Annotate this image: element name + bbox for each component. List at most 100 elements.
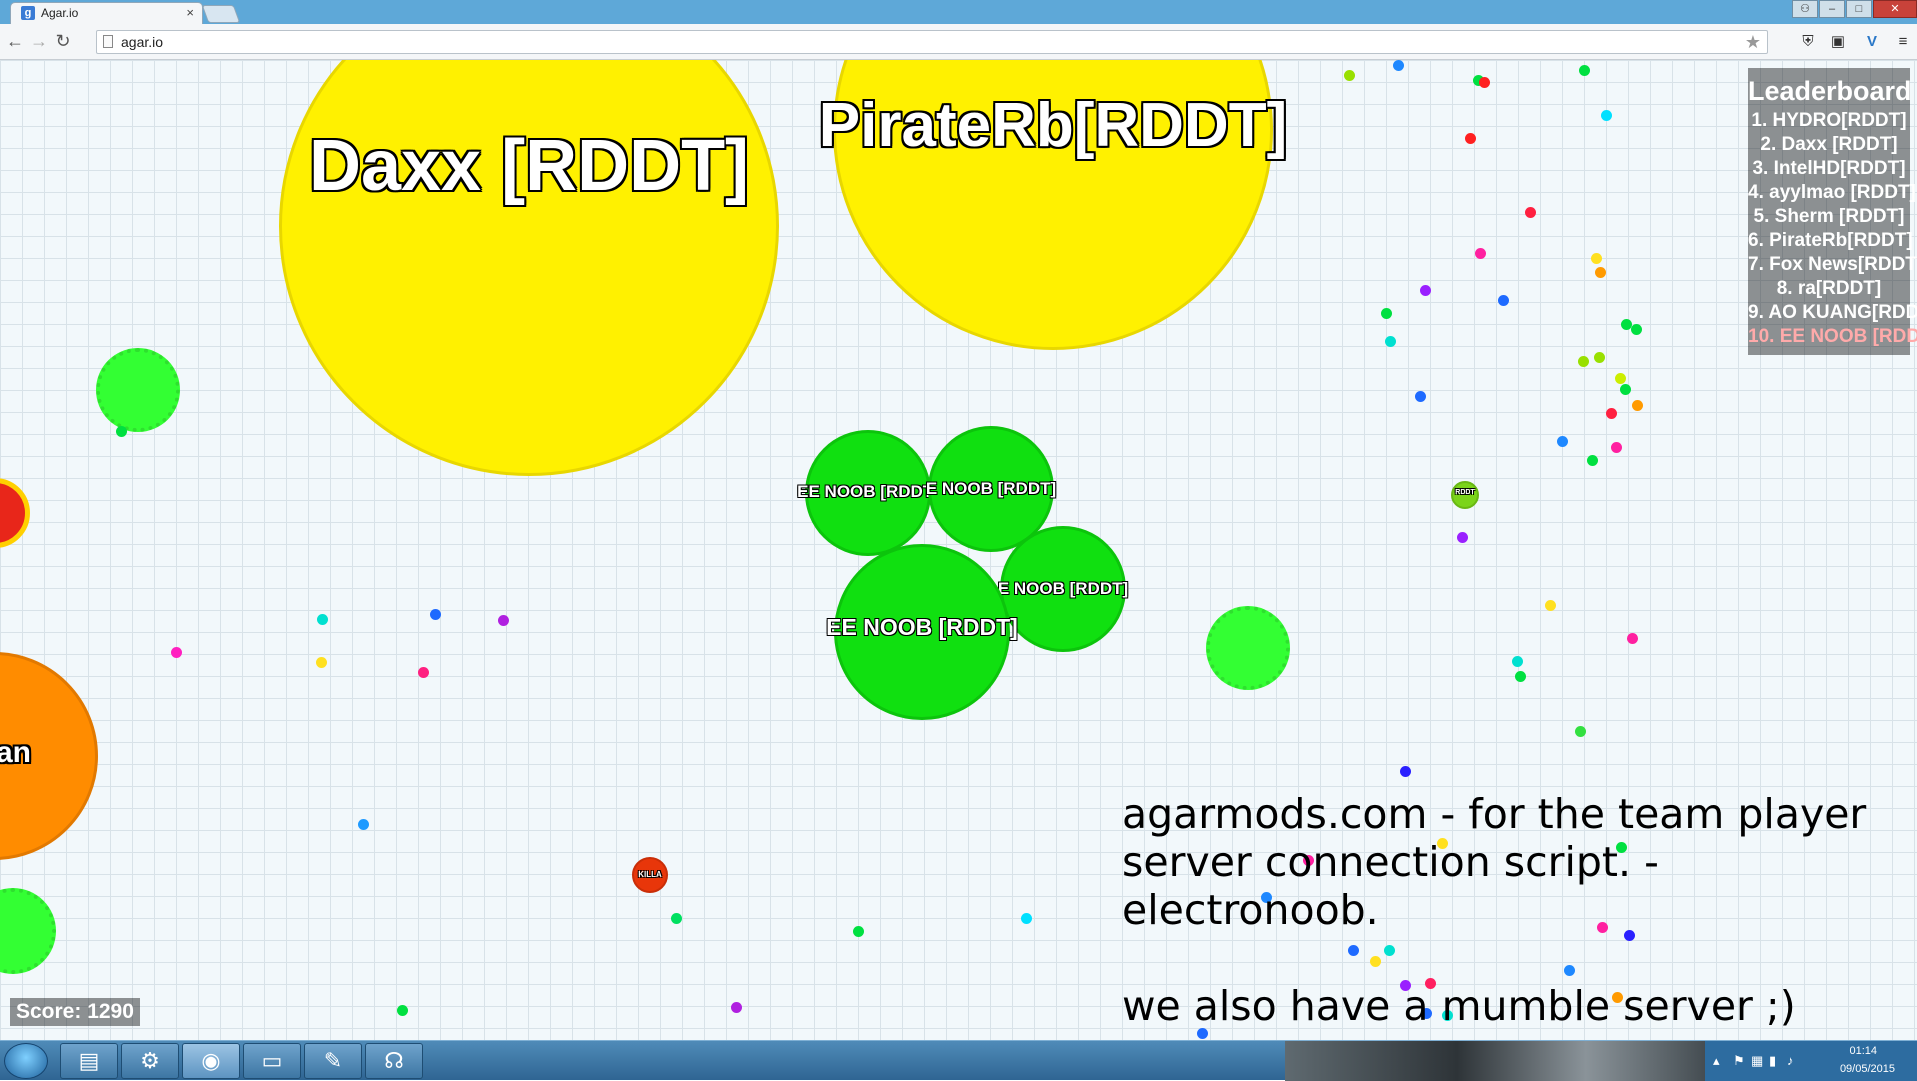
cell-label-daxx: Daxx [RDDT] (308, 126, 750, 206)
close-tab-icon[interactable]: × (186, 5, 194, 20)
leaderboard-entry: 9. AO KUANG[RDDT] (1748, 302, 1917, 323)
address-bar[interactable]: agar.io ★ (96, 30, 1768, 54)
tab-agario[interactable]: g Agar.io × (10, 2, 203, 24)
food-pellet (1400, 766, 1411, 777)
paint-icon[interactable]: ✎ (304, 1043, 362, 1079)
close-window-button[interactable]: ✕ (1873, 0, 1917, 18)
cell-label-small-red: KILLA (638, 870, 662, 879)
volume-icon[interactable]: ♪ (1787, 1053, 1794, 1068)
forward-icon[interactable]: → (28, 30, 50, 52)
clock-time[interactable]: 01:14 (1849, 1045, 1877, 1057)
tab-title: Agar.io (41, 6, 79, 20)
food-pellet (1631, 324, 1642, 335)
leaderboard-entry: 1. HYDRO[RDDT] (1751, 110, 1907, 131)
food-pellet (1575, 726, 1586, 737)
food-pellet (1525, 207, 1536, 218)
food-pellet (1415, 391, 1426, 402)
food-pellet (1611, 442, 1622, 453)
chrome-icon[interactable]: ◉ (182, 1043, 240, 1079)
virus (1206, 606, 1290, 690)
food-pellet (1578, 356, 1589, 367)
food-pellet (1021, 913, 1032, 924)
food-pellet (1385, 336, 1396, 347)
v-extension-icon[interactable]: V (1862, 32, 1882, 52)
game-canvas[interactable]: Daxx [RDDT] PirateRb[RDDT] EE NOOB [RDDT… (0, 60, 1917, 1040)
food-pellet (1606, 408, 1617, 419)
overlay-line: agarmods.com - for the team player (1122, 790, 1867, 838)
food-pellet (358, 819, 369, 830)
food-pellet (317, 614, 328, 625)
food-pellet (1498, 295, 1509, 306)
food-pellet (1594, 352, 1605, 363)
maximize-button[interactable]: □ (1846, 0, 1872, 18)
favicon-icon: g (21, 6, 35, 20)
food-pellet (1475, 248, 1486, 259)
start-button[interactable] (4, 1043, 48, 1079)
food-pellet (1512, 656, 1523, 667)
user-icon[interactable]: ⚇ (1792, 0, 1818, 18)
browser-toolbar: ← → ↻ agar.io ★ ⛨ ▣ V ≡ (0, 24, 1917, 60)
url-text: agar.io (121, 34, 164, 50)
clock-date[interactable]: 09/05/2015 (1840, 1063, 1895, 1075)
food-pellet (116, 426, 127, 437)
food-pellet (1381, 308, 1392, 319)
food-pellet (1595, 267, 1606, 278)
leaderboard-entry-self: 10. EE NOOB [RDDT] (1748, 326, 1917, 347)
food-pellet (1393, 60, 1404, 71)
food-pellet (1457, 532, 1468, 543)
food-pellet (1601, 110, 1612, 121)
notification-extension-icon[interactable]: ▣ (1828, 32, 1848, 52)
remote-desktop-icon[interactable]: ▭ (243, 1043, 301, 1079)
overlay-line: electronoob. (1122, 886, 1379, 934)
food-pellet (1632, 400, 1643, 411)
menu-icon[interactable]: ≡ (1893, 32, 1913, 52)
food-pellet (731, 1002, 742, 1013)
taskbar: ▤ ⚙ ◉ ▭ ✎ ☊ ▴ ⚑ ▦ ▮ ♪ 01:14 09/05/2015 (0, 1040, 1917, 1081)
food-pellet (316, 657, 327, 668)
food-pellet (1465, 133, 1476, 144)
window-controls: ⚇ – □ ✕ (1791, 0, 1917, 20)
mumble-icon[interactable]: ☊ (365, 1043, 423, 1079)
food-pellet (1587, 455, 1598, 466)
leaderboard-entry: 3. IntelHD[RDDT] (1752, 158, 1906, 179)
network-app-icon[interactable]: ⚙ (121, 1043, 179, 1079)
back-icon[interactable]: ← (4, 30, 26, 52)
leaderboard-entry: 4. ayylmao [RDDT] (1748, 182, 1916, 203)
food-pellet (418, 667, 429, 678)
cell-label-piraterb: PirateRb[RDDT] (818, 91, 1288, 160)
food-pellet (430, 609, 441, 620)
page-icon (103, 35, 113, 48)
food-pellet (1615, 373, 1626, 384)
action-center-icon[interactable]: ⚑ (1733, 1053, 1745, 1069)
food-pellet (171, 647, 182, 658)
cell-label-small-green: RDDT (1455, 489, 1475, 496)
leaderboard-title: Leaderboard (1748, 76, 1912, 106)
minimize-button[interactable]: – (1819, 0, 1845, 18)
new-tab-button[interactable] (201, 5, 241, 23)
shield-extension-icon[interactable]: ⛨ (1798, 32, 1818, 52)
leaderboard-entry: 8. ra[RDDT] (1776, 278, 1882, 299)
tab-strip: g Agar.io × ⚇ – □ ✕ (0, 0, 1917, 24)
network-icon[interactable]: ▮ (1769, 1053, 1776, 1069)
overlay-message: agarmods.com - for the team player serve… (1122, 790, 1882, 1030)
leaderboard-entry: 5. Sherm [RDDT] (1753, 206, 1905, 227)
explorer-icon[interactable]: ▤ (60, 1043, 118, 1079)
tray-expand-icon[interactable]: ▴ (1713, 1053, 1720, 1069)
tray-app-icon[interactable]: ▦ (1751, 1053, 1763, 1069)
leaderboard-entry: 6. PirateRb[RDDT] (1748, 230, 1913, 251)
leaderboard-entry: 2. Daxx [RDDT] (1760, 134, 1898, 155)
score-display: Score: 1290 (10, 998, 140, 1026)
reload-icon[interactable]: ↻ (52, 30, 74, 52)
food-pellet (1579, 65, 1590, 76)
overlay-line: we also have a mumble server ;) (1122, 982, 1796, 1030)
bookmark-star-icon[interactable]: ★ (1745, 32, 1761, 53)
taskbar-background-image (1285, 1041, 1715, 1081)
leaderboard: Leaderboard 1. HYDRO[RDDT] 2. Daxx [RDDT… (1748, 68, 1917, 355)
overlay-line: server connection script. - (1122, 838, 1659, 886)
leaderboard-entry: 7. Fox News[RDDT] (1748, 254, 1917, 275)
virus (96, 348, 180, 432)
food-pellet (498, 615, 509, 626)
food-pellet (1591, 253, 1602, 264)
food-pellet (1344, 70, 1355, 81)
food-pellet (853, 926, 864, 937)
